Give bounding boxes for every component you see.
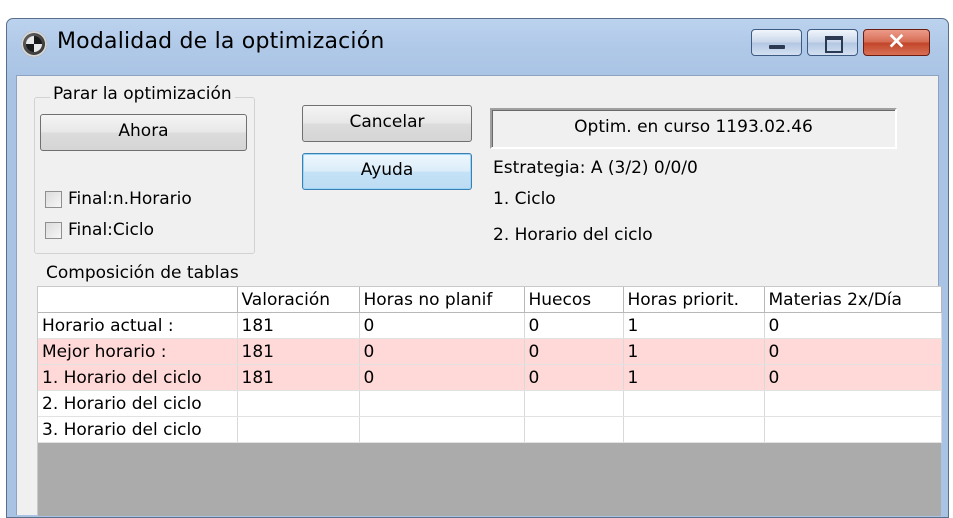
table-cell [359,416,525,443]
step-2-text: 2. Horario del ciclo [493,225,653,245]
close-icon: × [886,28,907,54]
close-button[interactable]: × [863,28,930,56]
table-cell: 1 [623,338,765,365]
column-header[interactable]: Horas no planif [359,287,525,313]
column-header[interactable] [38,287,238,313]
table-cell: 1 [623,312,765,339]
step-1-text: 1. Ciclo [493,189,556,209]
table-cell: 1 [623,364,765,391]
stop-now-button[interactable]: Ahora [40,114,247,151]
tables-composition-label: Composición de tablas [46,263,239,283]
table-cell [237,390,360,417]
table-cell [764,416,942,443]
results-grid[interactable]: Valoración Horas no planif Huecos Horas … [37,286,942,516]
final-ciclo-checkbox[interactable] [45,221,62,239]
table-cell: 0 [359,338,525,365]
table-cell: 0 [764,338,942,365]
table-cell: 0 [764,312,942,339]
table-cell [524,416,624,443]
strategy-text: Estrategia: A (3/2) 0/0/0 [493,158,698,178]
table-cell: 0 [359,364,525,391]
table-row[interactable]: 2. Horario del ciclo [38,390,942,417]
table-cell: 0 [764,364,942,391]
minimize-icon [769,45,785,49]
app-clock-icon [21,31,47,57]
final-n-horario-label: Final:n.Horario [68,189,192,209]
final-ciclo-checkbox-row[interactable]: Final:Ciclo [45,220,154,240]
final-ciclo-label: Final:Ciclo [68,220,154,240]
column-header[interactable]: Valoración [237,287,360,313]
table-cell: 2. Horario del ciclo [38,390,238,417]
table-cell: 0 [359,312,525,339]
table-header-row: Valoración Horas no planif Huecos Horas … [38,287,942,313]
table-cell: 0 [524,312,624,339]
table-cell [623,416,765,443]
final-n-horario-checkbox-row[interactable]: Final:n.Horario [45,189,192,209]
table-cell: 3. Horario del ciclo [38,416,238,443]
dialog-client-area: Parar la optimización Ahora Final:n.Hora… [16,75,942,516]
table-cell: Mejor horario : [38,338,238,365]
table-cell: 1. Horario del ciclo [38,364,238,391]
table-cell: 181 [237,338,360,365]
column-header[interactable]: Materias 2x/Día [764,287,942,313]
table-cell: 181 [237,364,360,391]
table-row[interactable]: 1. Horario del ciclo 181 0 0 1 0 [38,364,942,391]
table-cell: 0 [524,338,624,365]
table-cell [237,416,360,443]
table-cell: 0 [524,364,624,391]
table-cell [764,390,942,417]
optimization-window: Modalidad de la optimización × Parar la … [6,18,949,518]
table-cell [524,390,624,417]
final-n-horario-checkbox[interactable] [45,190,62,208]
title-bar[interactable]: Modalidad de la optimización × [7,19,948,75]
table-row[interactable]: Mejor horario : 181 0 0 1 0 [38,338,942,365]
table-cell [623,390,765,417]
cancel-button[interactable]: Cancelar [302,105,472,142]
results-table: Valoración Horas no planif Huecos Horas … [38,287,942,443]
table-cell: Horario actual : [38,312,238,339]
table-cell: 181 [237,312,360,339]
column-header[interactable]: Huecos [524,287,624,313]
window-title: Modalidad de la optimización [57,29,385,54]
help-button[interactable]: Ayuda [302,153,472,190]
minimize-button[interactable] [751,29,802,56]
optimization-status-box: Optim. en curso 1193.02.46 [490,108,897,149]
maximize-button[interactable] [807,29,858,56]
stop-optimization-group-label: Parar la optimización [50,84,235,104]
table-row[interactable]: Horario actual : 181 0 0 1 0 [38,312,942,339]
maximize-icon [825,36,843,53]
column-header[interactable]: Horas priorit. [623,287,765,313]
table-row[interactable]: 3. Horario del ciclo [38,416,942,443]
table-cell [359,390,525,417]
